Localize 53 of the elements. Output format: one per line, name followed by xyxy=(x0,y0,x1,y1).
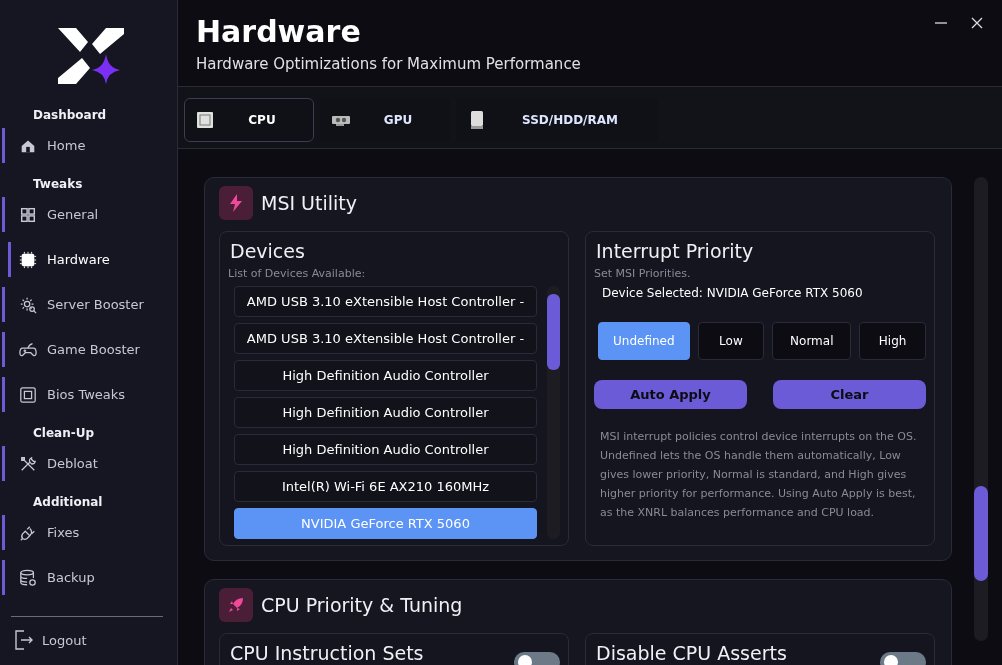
auto-apply-button[interactable]: Auto Apply xyxy=(594,380,747,409)
panel-subtitle: List of Devices Available: xyxy=(228,267,367,280)
device-item[interactable]: High Definition Audio Controller xyxy=(234,360,537,391)
cpu-chip-icon xyxy=(195,110,215,130)
sidebar-item[interactable]: Debloat xyxy=(2,446,177,481)
description-text: MSI interrupt policies control device interrupts on the OS. Undefined lets the OS handle them automatically, Low gives lower priority, Normal is standard, and High gives higher priority for performance. Using Auto Apply is best, as the XNRL balances performance and CPU load. xyxy=(600,429,918,521)
logout-button[interactable]: Logout xyxy=(14,629,177,651)
card-title: CPU Priority & Tuning xyxy=(261,594,463,616)
device-selected-label: Device Selected: NVIDIA GeForce RTX 5060 xyxy=(602,286,864,300)
bios-chip-icon xyxy=(19,385,37,404)
panel-title: Devices xyxy=(230,240,306,262)
panel-title: Interrupt Priority xyxy=(596,240,755,262)
page-subtitle: Hardware Optimizations for Maximum Performance xyxy=(196,55,582,73)
sidebar-item[interactable]: Fixes xyxy=(2,515,177,550)
lightning-icon xyxy=(219,186,253,220)
device-item[interactable]: AMD USB 3.10 eXtensible Host Controller - xyxy=(234,286,537,317)
chip-icon xyxy=(19,250,37,269)
logout-icon xyxy=(14,629,34,651)
priority-option[interactable]: Low xyxy=(697,322,765,360)
section-label: Additional xyxy=(32,495,104,509)
device-item[interactable]: AMD USB 3.10 eXtensible Host Controller - xyxy=(234,323,537,354)
device-item[interactable]: High Definition Audio Controller xyxy=(234,434,537,465)
priority-option[interactable]: High xyxy=(859,322,926,360)
sidebar-item[interactable]: Backup xyxy=(2,560,177,595)
logo-icon xyxy=(55,26,126,86)
gear-icon xyxy=(19,295,37,314)
card-title: MSI Utility xyxy=(261,192,357,214)
grid-icon xyxy=(19,205,37,224)
sidebar-item[interactable]: Game Booster xyxy=(2,332,177,367)
scrollbar[interactable] xyxy=(974,177,988,641)
scrollbar[interactable] xyxy=(547,286,560,539)
clear-button[interactable]: Clear xyxy=(773,380,926,409)
sidebar-item[interactable]: Bios Tweaks xyxy=(2,377,177,412)
sidebar-item[interactable]: Server Booster xyxy=(2,287,177,322)
device-item[interactable]: Intel(R) Wi-Fi 6E AX210 160MHz xyxy=(234,471,537,502)
section-label: Clean-Up xyxy=(32,426,95,440)
rocket-icon xyxy=(219,588,253,622)
section-label: Tweaks xyxy=(32,177,84,191)
tools-icon xyxy=(19,454,37,473)
panel-subtitle: Set MSI Priorities. xyxy=(594,267,692,280)
device-item[interactable]: High Definition Audio Controller xyxy=(234,397,537,428)
close-icon[interactable] xyxy=(970,16,984,30)
plug-icon xyxy=(19,523,37,542)
gamepad-icon xyxy=(19,340,37,359)
sidebar-item[interactable]: Hardware xyxy=(8,242,177,277)
sidebar-item[interactable]: General xyxy=(2,197,177,232)
section-label: Dashboard xyxy=(32,108,108,122)
tab[interactable]: CPU xyxy=(184,98,314,142)
database-icon xyxy=(19,568,37,587)
option-title: Disable CPU Asserts xyxy=(596,642,787,664)
option-title: CPU Instruction Sets xyxy=(230,642,424,664)
page-title: Hardware xyxy=(196,14,361,49)
priority-option[interactable]: Normal xyxy=(772,322,852,360)
